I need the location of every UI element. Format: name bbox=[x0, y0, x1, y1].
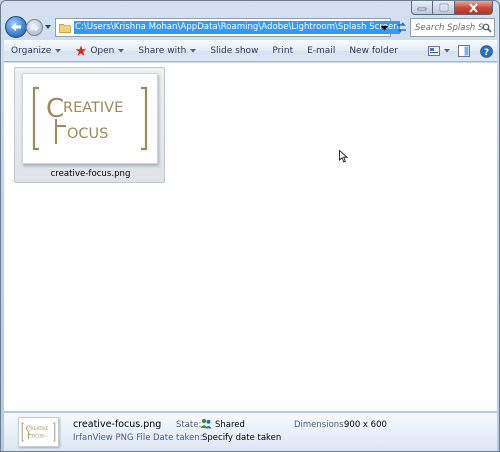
explorer-window: C:\Users\Krishna Mohan\AppData\Roaming\A… bbox=[0, 0, 500, 452]
print-label: Print bbox=[272, 46, 294, 56]
irfanview-icon bbox=[75, 45, 87, 56]
preview-pane-icon[interactable] bbox=[458, 45, 470, 57]
change-view-button[interactable] bbox=[428, 46, 450, 56]
details-pane: C REATIVE OCUS creative-focus.png IrfanV… bbox=[4, 413, 497, 451]
refresh-button[interactable] bbox=[393, 19, 410, 36]
folder-icon bbox=[59, 23, 71, 33]
state-label: State: bbox=[176, 420, 202, 430]
search-input[interactable] bbox=[415, 22, 483, 33]
open-label: Open bbox=[90, 46, 115, 56]
chevron-down-icon bbox=[190, 49, 197, 53]
creative-focus-logo-small: C REATIVE OCUS bbox=[21, 422, 56, 442]
organize-menu[interactable]: Organize bbox=[4, 41, 68, 61]
caption-buttons bbox=[411, 1, 493, 15]
share-with-menu[interactable]: Share with bbox=[131, 41, 203, 61]
svg-text:?: ? bbox=[484, 47, 489, 57]
details-file-name: creative-focus.png bbox=[73, 419, 162, 430]
svg-text:REATIVE: REATIVE bbox=[63, 100, 123, 116]
share-with-label: Share with bbox=[138, 46, 187, 56]
back-button[interactable] bbox=[5, 16, 27, 38]
chevron-down-icon bbox=[444, 49, 450, 53]
help-icon[interactable]: ? bbox=[480, 44, 493, 58]
address-row: C:\Users\Krishna Mohan\AppData\Roaming\A… bbox=[5, 16, 495, 38]
recent-pages-dropdown-icon[interactable] bbox=[44, 23, 52, 31]
state-value: Shared bbox=[215, 420, 245, 430]
close-button[interactable] bbox=[455, 1, 493, 15]
new-folder-label: New folder bbox=[349, 46, 398, 56]
address-path[interactable]: C:\Users\Krishna Mohan\AppData\Roaming\A… bbox=[74, 21, 400, 34]
file-thumbnail: C REATIVE OCUS bbox=[22, 73, 158, 164]
minimize-icon bbox=[417, 7, 427, 10]
organize-label: Organize bbox=[11, 46, 52, 56]
new-folder-button[interactable]: New folder bbox=[342, 41, 405, 61]
search-box[interactable] bbox=[410, 18, 495, 37]
svg-text:OCUS: OCUS bbox=[32, 434, 44, 439]
view-controls: ? bbox=[428, 41, 493, 61]
view-icon bbox=[428, 46, 440, 56]
refresh-icon bbox=[397, 22, 406, 33]
command-bar: Organize Open Share with Slide show Prin… bbox=[4, 40, 497, 62]
svg-text:REATIVE: REATIVE bbox=[31, 426, 49, 431]
dimensions-value: 900 x 600 bbox=[344, 420, 387, 430]
print-button[interactable]: Print bbox=[265, 41, 300, 61]
mouse-pointer-icon bbox=[339, 150, 348, 163]
minimize-button[interactable] bbox=[411, 1, 433, 15]
forward-button[interactable] bbox=[26, 19, 43, 36]
file-item[interactable]: C REATIVE OCUS creative-focus.png bbox=[14, 67, 165, 183]
back-arrow-icon bbox=[11, 23, 21, 31]
chevron-down-icon bbox=[55, 49, 62, 53]
chevron-down-icon bbox=[118, 49, 125, 53]
slide-show-label: Slide show bbox=[210, 46, 259, 56]
dimensions-label: Dimensions: bbox=[294, 420, 347, 430]
email-label: E-mail bbox=[307, 46, 336, 56]
search-icon[interactable] bbox=[482, 23, 492, 33]
slide-show-button[interactable]: Slide show bbox=[203, 41, 265, 61]
details-file-type: IrfanView PNG File bbox=[73, 433, 151, 443]
maximize-button[interactable] bbox=[433, 1, 455, 15]
address-bar[interactable]: C:\Users\Krishna Mohan\AppData\Roaming\A… bbox=[55, 18, 400, 37]
date-taken-value[interactable]: Specify date taken bbox=[202, 433, 281, 443]
email-button[interactable]: E-mail bbox=[300, 41, 342, 61]
creative-focus-logo: C REATIVE OCUS bbox=[32, 86, 148, 151]
details-thumbnail: C REATIVE OCUS bbox=[18, 417, 59, 447]
svg-text:C: C bbox=[46, 94, 64, 124]
shared-users-icon bbox=[200, 418, 212, 429]
close-icon bbox=[469, 2, 478, 13]
maximize-icon bbox=[439, 3, 448, 12]
forward-arrow-icon bbox=[30, 24, 39, 31]
date-taken-label: Date taken: bbox=[153, 433, 203, 443]
file-name: creative-focus.png bbox=[50, 169, 131, 179]
open-menu[interactable]: Open bbox=[68, 41, 131, 61]
svg-text:OCUS: OCUS bbox=[67, 126, 108, 142]
file-list-pane[interactable]: C REATIVE OCUS creative-focus.png bbox=[4, 63, 497, 412]
address-dropdown-icon[interactable] bbox=[381, 25, 388, 31]
